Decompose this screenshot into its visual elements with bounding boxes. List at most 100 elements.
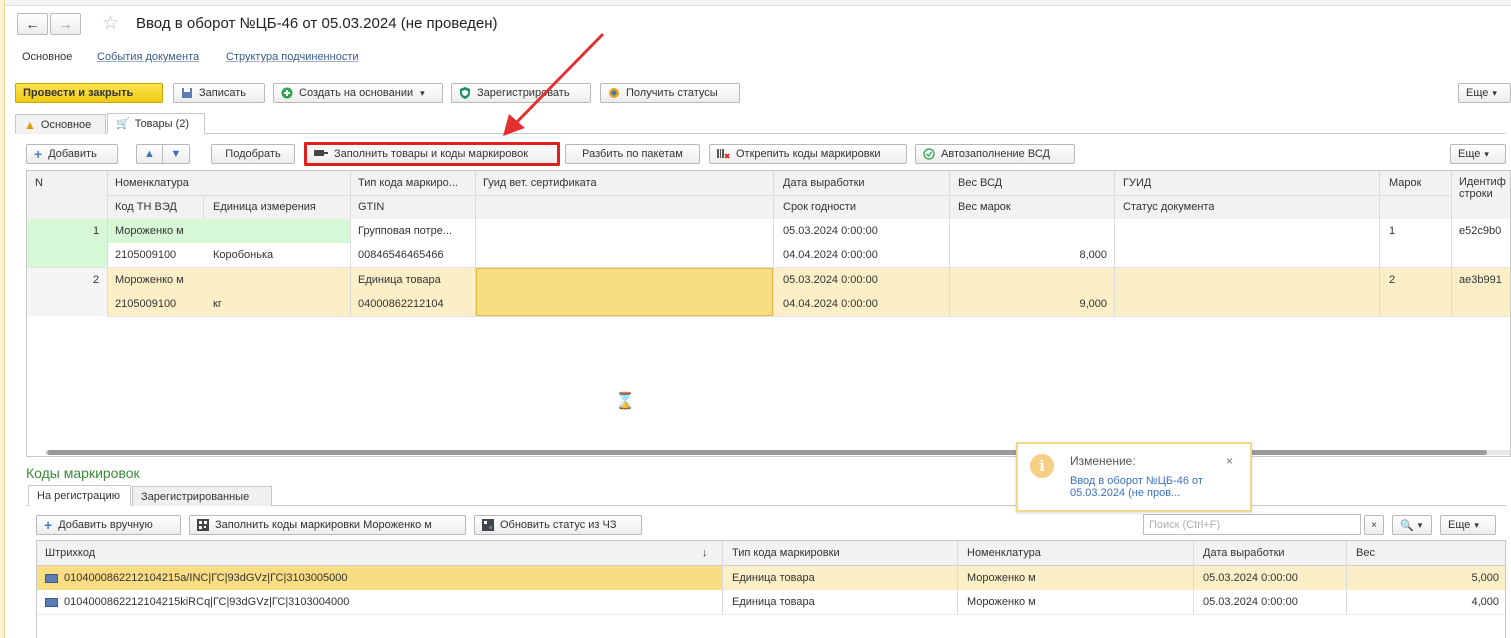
goods-more-button[interactable]: Еще ▾ — [1450, 144, 1506, 164]
row-1-prod-date[interactable]: 05.03.2024 0:00:00 — [783, 219, 878, 243]
header-guid[interactable]: ГУИД — [1123, 171, 1151, 195]
row-2-ident[interactable]: ae3b991 — [1459, 268, 1502, 292]
split-label: Разбить по пакетам — [582, 148, 683, 160]
header-marks[interactable]: Марок — [1389, 171, 1421, 195]
row-2-active-cell[interactable] — [476, 268, 773, 316]
nav-subordination-structure[interactable]: Структура подчиненности — [226, 51, 359, 63]
scrollbar-thumb[interactable] — [47, 450, 1487, 455]
header-code-type[interactable]: Тип кода маркировки — [732, 541, 840, 565]
code-row-2-type[interactable]: Единица товара — [732, 590, 815, 614]
get-statuses-button[interactable]: Получить статусы — [600, 83, 740, 103]
post-and-close-button[interactable]: Провести и закрыть — [15, 83, 163, 103]
back-button[interactable]: ← — [17, 13, 48, 35]
header-nomenclature[interactable]: Номенклатура — [967, 541, 1041, 565]
tab-goods[interactable]: 🛒 Товары (2) — [107, 113, 205, 134]
row-1-weight-marks[interactable]: 8,000 — [1037, 243, 1107, 267]
codes-more-button[interactable]: Еще ▾ — [1440, 515, 1496, 535]
nav-main[interactable]: Основное — [22, 51, 72, 63]
code-row-2-barcode[interactable]: 0104000862212104215kiRCq|ГС|93dGVz|ГС|31… — [45, 590, 349, 614]
horizontal-scrollbar[interactable] — [45, 450, 1510, 455]
tab-for-registration[interactable]: На регистрацию — [28, 485, 131, 506]
row-2-marks[interactable]: 2 — [1389, 268, 1395, 292]
forward-button[interactable]: → — [50, 13, 81, 35]
chevron-down-icon: ▾ — [1492, 87, 1497, 98]
nav-document-events[interactable]: События документа — [97, 51, 199, 63]
code-row-1-nomenclature[interactable]: Мороженко м — [967, 566, 1036, 590]
header-expiry[interactable]: Срок годности — [783, 195, 856, 219]
header-code-type[interactable]: Тип кода маркиро... — [358, 171, 470, 195]
row-1-ident[interactable]: e52c9b0 — [1459, 219, 1501, 243]
change-notification[interactable]: i Изменение: × Ввод в оборот №ЦБ-46 от 0… — [1016, 442, 1252, 512]
fill-goods-and-codes-button[interactable]: Заполнить товары и коды маркировок — [304, 142, 560, 166]
detach-codes-button[interactable]: Открепить коды маркировки — [709, 144, 907, 164]
tab-registered[interactable]: Зарегистрированные — [132, 486, 272, 506]
check-circle-icon — [923, 148, 935, 160]
header-row-ident[interactable]: Идентиф строки — [1459, 176, 1509, 200]
info-icon: i — [1030, 454, 1054, 478]
header-doc-status[interactable]: Статус документа — [1123, 195, 1214, 219]
search-input[interactable]: Поиск (Ctrl+F) — [1143, 514, 1361, 535]
row-1-nomenclature[interactable]: Мороженко м — [115, 219, 184, 243]
header-production-date[interactable]: Дата выработки — [1203, 541, 1285, 565]
fill-codes-button[interactable]: Заполнить коды маркировки Мороженко м — [189, 515, 466, 535]
row-2-weight-marks[interactable]: 9,000 — [1037, 292, 1107, 316]
plus-circle-icon — [281, 87, 293, 99]
header-barcode[interactable]: Штрихкод — [45, 541, 95, 565]
header-unit[interactable]: Единица измерения — [213, 195, 316, 219]
row-1-gtin[interactable]: 00846546465466 — [358, 243, 444, 267]
header-tnved[interactable]: Код ТН ВЭД — [115, 195, 177, 219]
code-row-1-type[interactable]: Единица товара — [732, 566, 815, 590]
header-production-date[interactable]: Дата выработки — [783, 171, 865, 195]
code-row-1-weight[interactable]: 5,000 — [1417, 566, 1499, 590]
row-2-nomenclature[interactable]: Мороженко м — [115, 268, 184, 292]
pick-button[interactable]: Подобрать — [211, 144, 295, 164]
header-marks-weight[interactable]: Вес марок — [958, 195, 1011, 219]
add-manually-button[interactable]: + Добавить вручную — [36, 515, 181, 535]
header-nomenclature[interactable]: Номенклатура — [115, 171, 189, 195]
notification-close-icon[interactable]: × — [1226, 454, 1233, 468]
save-button[interactable]: Записать — [173, 83, 265, 103]
code-row-1-date[interactable]: 05.03.2024 0:00:00 — [1203, 566, 1298, 590]
row-1-tnved[interactable]: 2105009100 — [115, 243, 176, 267]
code-row-1-barcode[interactable]: 0104000862212104215a/INC|ГС|93dGVz|ГС|31… — [45, 566, 348, 590]
create-based-on-button[interactable]: Создать на основании ▾ — [273, 83, 443, 103]
split-by-packages-button[interactable]: Разбить по пакетам — [565, 144, 700, 164]
code-row-2-date[interactable]: 05.03.2024 0:00:00 — [1203, 590, 1298, 614]
add-row-button[interactable]: + Добавить — [26, 144, 118, 164]
update-status-button[interactable]: Обновить статус из ЧЗ — [474, 515, 642, 535]
code-row-2-weight[interactable]: 4,000 — [1417, 590, 1499, 614]
row-1-unit[interactable]: Коробонька — [213, 243, 273, 267]
more-label: Еще — [1466, 87, 1489, 99]
move-up-button[interactable]: ▲ — [136, 144, 162, 164]
row-2-expiry[interactable]: 04.04.2024 0:00:00 — [783, 292, 878, 316]
codes-table[interactable]: Штрихкод ↓ Тип кода маркировки Номенклат… — [36, 540, 1506, 638]
autofill-vsd-button[interactable]: Автозаполнение ВСД — [915, 144, 1075, 164]
row-1-marks[interactable]: 1 — [1389, 219, 1395, 243]
favorite-star-icon[interactable]: ☆ — [102, 12, 119, 35]
sort-arrow-icon[interactable]: ↓ — [702, 541, 708, 565]
move-down-button[interactable]: ▼ — [162, 144, 190, 164]
row-2-prod-date[interactable]: 05.03.2024 0:00:00 — [783, 268, 878, 292]
notification-link[interactable]: Ввод в оборот №ЦБ-46 от 05.03.2024 (не п… — [1070, 475, 1220, 499]
row-2-gtin[interactable]: 04000862212104 — [358, 292, 444, 316]
header-weight[interactable]: Вес — [1356, 541, 1375, 565]
search-clear-button[interactable]: × — [1364, 515, 1384, 535]
row-2-tnved[interactable]: 2105009100 — [115, 292, 176, 316]
search-button[interactable]: 🔍 ▾ — [1392, 515, 1432, 535]
row-1-expiry[interactable]: 04.04.2024 0:00:00 — [783, 243, 878, 267]
row-2-code-type[interactable]: Единица товара — [358, 268, 441, 292]
code-row-2-nomenclature[interactable]: Мороженко м — [967, 590, 1036, 614]
barcode-icon — [45, 597, 58, 607]
header-n[interactable]: N — [35, 171, 43, 195]
row-1-code-type[interactable]: Групповая потре... — [358, 219, 452, 243]
barcode-icon — [45, 573, 58, 583]
header-vet-guid[interactable]: Гуид вет. сертификата — [483, 171, 597, 195]
save-label: Записать — [199, 87, 247, 99]
goods-table[interactable]: N Номенклатура Тип кода маркиро... Гуид … — [26, 170, 1511, 457]
header-gtin[interactable]: GTIN — [358, 195, 384, 219]
row-2-unit[interactable]: кг — [213, 292, 222, 316]
more-button[interactable]: Еще ▾ — [1458, 83, 1511, 103]
header-vsd-weight[interactable]: Вес ВСД — [958, 171, 1002, 195]
tab-main[interactable]: ▲ Основное — [15, 114, 106, 134]
chevron-down-icon: ▾ — [420, 87, 425, 98]
